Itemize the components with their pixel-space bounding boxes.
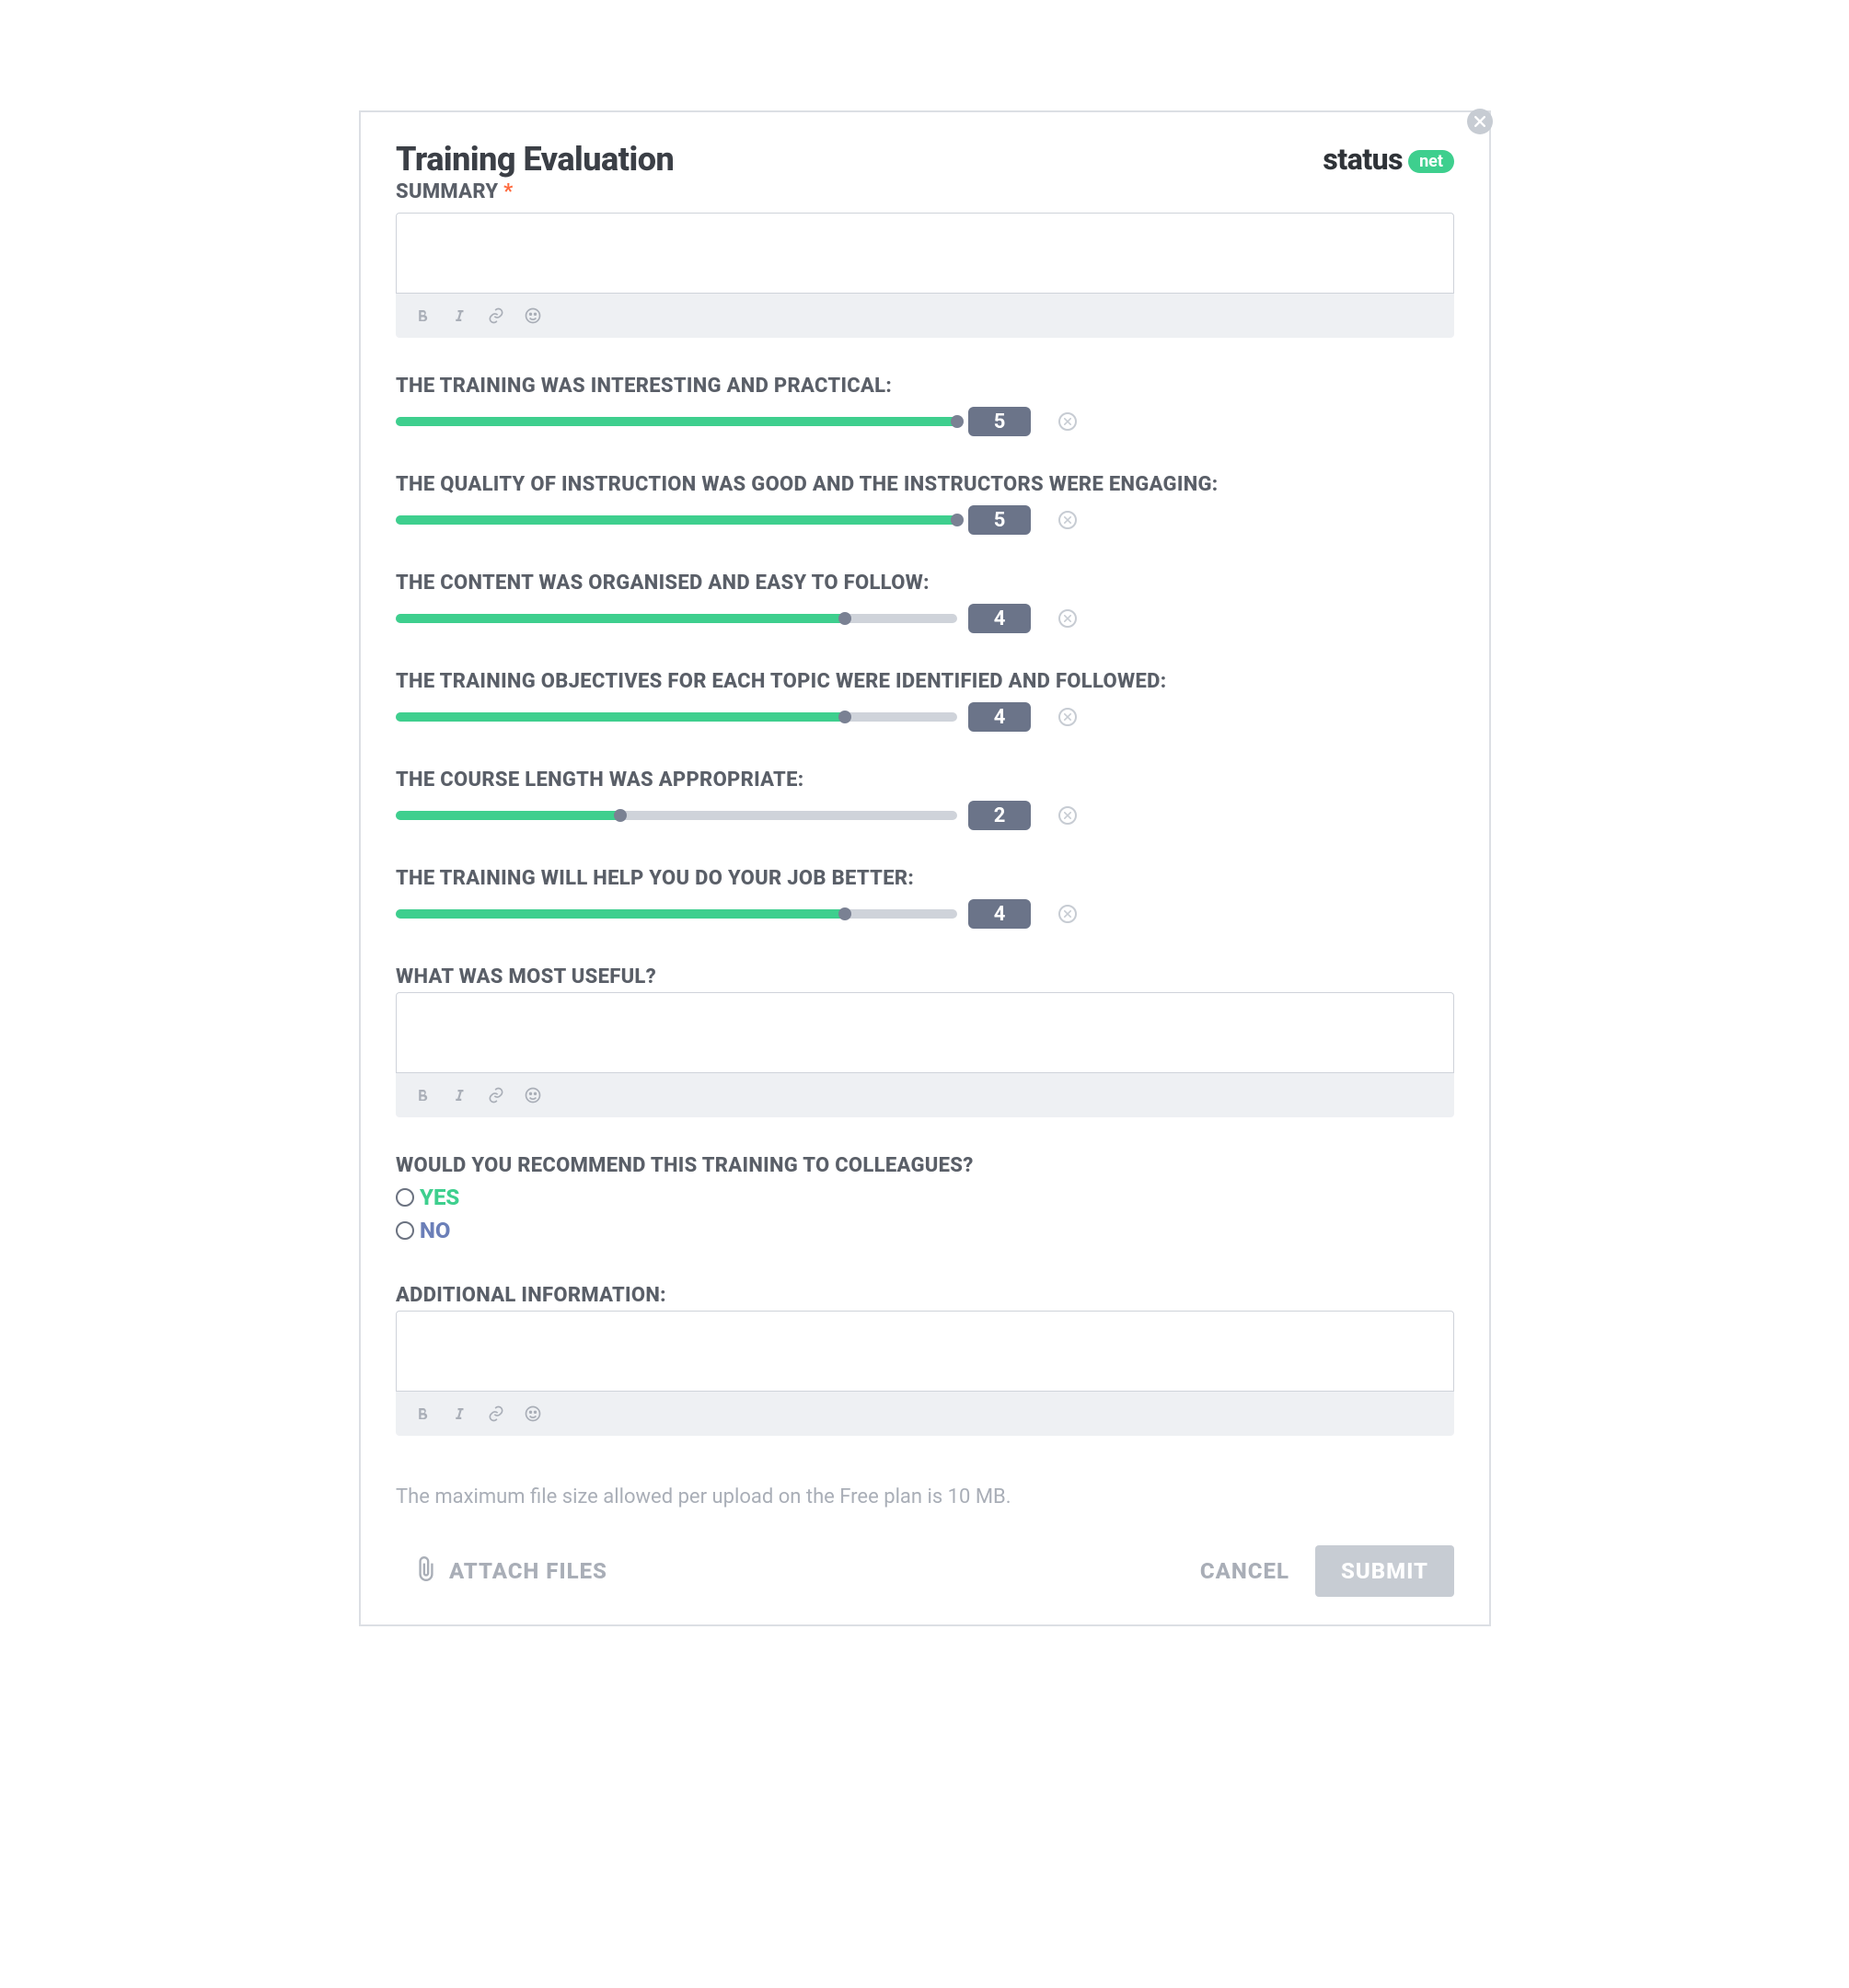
cancel-button[interactable]: CANCEL — [1200, 1558, 1289, 1584]
slider-handle[interactable] — [614, 809, 627, 822]
bold-button[interactable] — [412, 1404, 433, 1424]
rating-slider[interactable] — [396, 417, 957, 426]
slider-handle[interactable] — [951, 514, 964, 526]
rating-slider[interactable] — [396, 909, 957, 919]
link-button[interactable] — [486, 1085, 506, 1105]
rating-clear-button[interactable] — [1058, 905, 1077, 923]
rating-slider[interactable] — [396, 811, 957, 820]
italic-button[interactable] — [449, 1085, 469, 1105]
rating-block: THE TRAINING OBJECTIVES FOR EACH TOPIC W… — [396, 670, 1454, 732]
useful-input[interactable] — [396, 992, 1454, 1073]
summary-label: SUMMARY * — [396, 180, 674, 203]
recommend-label: WOULD YOU RECOMMEND THIS TRAINING TO COL… — [396, 1154, 1454, 1177]
rating-slider[interactable] — [396, 712, 957, 722]
rating-label: THE COURSE LENGTH WAS APPROPRIATE: — [396, 769, 1454, 792]
submit-button[interactable]: SUBMIT — [1315, 1545, 1454, 1597]
rating-row: 4 — [396, 702, 1454, 732]
useful-toolbar — [396, 1073, 1454, 1117]
additional-input[interactable] — [396, 1311, 1454, 1392]
radio-icon — [396, 1221, 414, 1240]
bold-button[interactable] — [412, 1085, 433, 1105]
rating-value-badge: 5 — [968, 407, 1031, 436]
slider-handle[interactable] — [838, 907, 851, 920]
useful-label: WHAT WAS MOST USEFUL? — [396, 965, 1454, 988]
rating-slider[interactable] — [396, 614, 957, 623]
training-evaluation-form: Training Evaluation SUMMARY * status net… — [359, 110, 1491, 1626]
rating-block: THE TRAINING WAS INTERESTING AND PRACTIC… — [396, 375, 1454, 436]
emoji-button[interactable] — [523, 306, 543, 326]
emoji-button[interactable] — [523, 1404, 543, 1424]
summary-editor — [396, 213, 1454, 338]
rating-clear-button[interactable] — [1058, 708, 1077, 726]
recommend-radio-group: YES NO — [396, 1181, 1454, 1247]
rating-clear-button[interactable] — [1058, 511, 1077, 529]
logo-badge: net — [1408, 150, 1454, 173]
rating-label: THE TRAINING WILL HELP YOU DO YOUR JOB B… — [396, 867, 1454, 890]
rating-label: THE TRAINING OBJECTIVES FOR EACH TOPIC W… — [396, 670, 1454, 693]
recommend-no-label: NO — [420, 1214, 450, 1247]
italic-button[interactable] — [449, 306, 469, 326]
recommend-yes[interactable]: YES — [396, 1181, 1454, 1214]
rating-row: 4 — [396, 604, 1454, 633]
footer: ATTACH FILES CANCEL SUBMIT — [396, 1545, 1454, 1597]
page-title: Training Evaluation — [396, 140, 674, 179]
italic-button[interactable] — [449, 1404, 469, 1424]
rating-block: THE COURSE LENGTH WAS APPROPRIATE: 2 — [396, 769, 1454, 830]
link-button[interactable] — [486, 306, 506, 326]
footer-actions: CANCEL SUBMIT — [1200, 1545, 1454, 1597]
emoji-button[interactable] — [523, 1085, 543, 1105]
close-button[interactable] — [1467, 109, 1493, 134]
rating-block: THE CONTENT WAS ORGANISED AND EASY TO FO… — [396, 572, 1454, 633]
rating-row: 5 — [396, 505, 1454, 535]
rating-value-badge: 4 — [968, 604, 1031, 633]
header: Training Evaluation SUMMARY * status net — [396, 140, 1454, 213]
slider-handle[interactable] — [951, 415, 964, 428]
recommend-yes-label: YES — [420, 1181, 459, 1214]
summary-input[interactable] — [396, 213, 1454, 294]
rating-label: THE CONTENT WAS ORGANISED AND EASY TO FO… — [396, 572, 1454, 595]
rating-clear-button[interactable] — [1058, 806, 1077, 825]
rating-label: THE QUALITY OF INSTRUCTION WAS GOOD AND … — [396, 473, 1454, 496]
slider-handle[interactable] — [838, 711, 851, 723]
bold-button[interactable] — [412, 306, 433, 326]
rating-row: 5 — [396, 407, 1454, 436]
summary-label-text: SUMMARY — [396, 180, 498, 203]
summary-toolbar — [396, 294, 1454, 338]
file-size-note: The maximum file size allowed per upload… — [396, 1485, 1454, 1508]
paperclip-icon — [414, 1555, 438, 1588]
additional-label: ADDITIONAL INFORMATION: — [396, 1284, 1454, 1307]
rating-value-badge: 4 — [968, 899, 1031, 929]
rating-value-badge: 5 — [968, 505, 1031, 535]
slider-handle[interactable] — [838, 612, 851, 625]
rating-row: 2 — [396, 801, 1454, 830]
attach-files-label: ATTACH FILES — [449, 1558, 607, 1584]
rating-block: THE QUALITY OF INSTRUCTION WAS GOOD AND … — [396, 473, 1454, 535]
rating-row: 4 — [396, 899, 1454, 929]
recommend-no[interactable]: NO — [396, 1214, 1454, 1247]
logo: status net — [1323, 142, 1454, 177]
rating-clear-button[interactable] — [1058, 412, 1077, 431]
required-indicator: * — [503, 180, 513, 203]
link-button[interactable] — [486, 1404, 506, 1424]
additional-toolbar — [396, 1392, 1454, 1436]
additional-editor — [396, 1311, 1454, 1436]
useful-editor — [396, 992, 1454, 1117]
logo-text: status — [1323, 142, 1403, 177]
attach-files-button[interactable]: ATTACH FILES — [414, 1555, 607, 1588]
rating-value-badge: 4 — [968, 702, 1031, 732]
rating-block: THE TRAINING WILL HELP YOU DO YOUR JOB B… — [396, 867, 1454, 929]
rating-value-badge: 2 — [968, 801, 1031, 830]
rating-slider[interactable] — [396, 515, 957, 525]
radio-icon — [396, 1188, 414, 1207]
rating-clear-button[interactable] — [1058, 609, 1077, 628]
rating-label: THE TRAINING WAS INTERESTING AND PRACTIC… — [396, 375, 1454, 398]
